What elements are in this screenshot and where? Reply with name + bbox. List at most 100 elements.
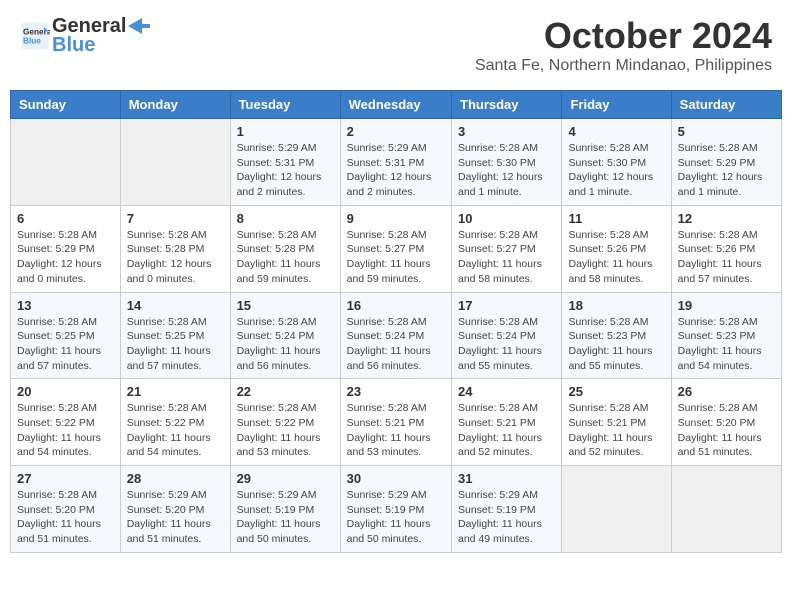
day-info: Sunrise: 5:28 AM Sunset: 5:23 PM Dayligh… (678, 315, 775, 374)
day-info: Sunrise: 5:28 AM Sunset: 5:25 PM Dayligh… (127, 315, 224, 374)
calendar-cell: 20 Sunrise: 5:28 AM Sunset: 5:22 PM Dayli… (11, 379, 121, 466)
day-info: Sunrise: 5:28 AM Sunset: 5:25 PM Dayligh… (17, 315, 114, 374)
day-number: 27 (17, 471, 114, 486)
calendar-table: SundayMondayTuesdayWednesdayThursdayFrid… (10, 90, 782, 553)
calendar-cell: 3Sunrise: 5:28 AM Sunset: 5:30 PM Daylig… (452, 119, 562, 206)
calendar-week-row: 6 Sunrise: 5:28 AM Sunset: 5:29 PM Daylig… (11, 205, 782, 292)
day-number: 24 (458, 384, 555, 399)
calendar-week-row: 20 Sunrise: 5:28 AM Sunset: 5:22 PM Dayli… (11, 379, 782, 466)
column-header-sunday: Sunday (11, 91, 121, 119)
day-number: 3 (458, 124, 555, 139)
day-number: 9 (347, 211, 445, 226)
calendar-cell (671, 466, 781, 553)
day-number: 25 (568, 384, 664, 399)
calendar-cell: 14 Sunrise: 5:28 AM Sunset: 5:25 PM Dayli… (120, 292, 230, 379)
calendar-cell (562, 466, 671, 553)
day-info: Sunrise: 5:28 AM Sunset: 5:22 PM Dayligh… (237, 401, 334, 460)
day-info: Sunrise: 5:28 AM Sunset: 5:27 PM Dayligh… (347, 228, 445, 287)
column-header-monday: Monday (120, 91, 230, 119)
day-info: Sunrise: 5:28 AM Sunset: 5:29 PM Dayligh… (678, 141, 775, 200)
calendar-cell: 5 Sunrise: 5:28 AM Sunset: 5:29 PM Daylig… (671, 119, 781, 206)
logo: General Blue General Blue (20, 15, 150, 57)
day-info: Sunrise: 5:28 AM Sunset: 5:26 PM Dayligh… (568, 228, 664, 287)
day-number: 6 (17, 211, 114, 226)
calendar-cell: 16 Sunrise: 5:28 AM Sunset: 5:24 PM Dayli… (340, 292, 451, 379)
day-info: Sunrise: 5:28 AM Sunset: 5:24 PM Dayligh… (237, 315, 334, 374)
page-header: General Blue General Blue October 2024 S… (10, 10, 782, 80)
calendar-cell: 8 Sunrise: 5:28 AM Sunset: 5:28 PM Daylig… (230, 205, 340, 292)
month-title: October 2024 (475, 15, 772, 57)
day-number: 5 (678, 124, 775, 139)
day-number: 7 (127, 211, 224, 226)
day-number: 17 (458, 298, 555, 313)
calendar-cell: 17 Sunrise: 5:28 AM Sunset: 5:24 PM Dayli… (452, 292, 562, 379)
day-number: 19 (678, 298, 775, 313)
day-info: Sunrise: 5:28 AM Sunset: 5:23 PM Dayligh… (568, 315, 664, 374)
calendar-cell: 9 Sunrise: 5:28 AM Sunset: 5:27 PM Daylig… (340, 205, 451, 292)
calendar-cell: 21Sunrise: 5:28 AM Sunset: 5:22 PM Dayli… (120, 379, 230, 466)
calendar-cell: 7 Sunrise: 5:28 AM Sunset: 5:28 PM Daylig… (120, 205, 230, 292)
svg-text:General: General (23, 28, 50, 37)
calendar-cell: 12Sunrise: 5:28 AM Sunset: 5:26 PM Dayli… (671, 205, 781, 292)
day-info: Sunrise: 5:29 AM Sunset: 5:19 PM Dayligh… (237, 488, 334, 547)
calendar-cell: 13 Sunrise: 5:28 AM Sunset: 5:25 PM Dayli… (11, 292, 121, 379)
day-info: Sunrise: 5:28 AM Sunset: 5:22 PM Dayligh… (127, 401, 224, 460)
calendar-cell: 27 Sunrise: 5:28 AM Sunset: 5:20 PM Dayli… (11, 466, 121, 553)
calendar-cell: 25 Sunrise: 5:28 AM Sunset: 5:21 PM Dayli… (562, 379, 671, 466)
day-info: Sunrise: 5:29 AM Sunset: 5:31 PM Dayligh… (347, 141, 445, 200)
day-info: Sunrise: 5:28 AM Sunset: 5:28 PM Dayligh… (127, 228, 224, 287)
day-number: 14 (127, 298, 224, 313)
calendar-cell: 2Sunrise: 5:29 AM Sunset: 5:31 PM Daylig… (340, 119, 451, 206)
day-number: 12 (678, 211, 775, 226)
calendar-cell: 6 Sunrise: 5:28 AM Sunset: 5:29 PM Daylig… (11, 205, 121, 292)
calendar-week-row: 1Sunrise: 5:29 AM Sunset: 5:31 PM Daylig… (11, 119, 782, 206)
calendar-cell: 29Sunrise: 5:29 AM Sunset: 5:19 PM Dayli… (230, 466, 340, 553)
calendar-cell: 24 Sunrise: 5:28 AM Sunset: 5:21 PM Dayli… (452, 379, 562, 466)
day-number: 4 (568, 124, 664, 139)
calendar-cell: 11Sunrise: 5:28 AM Sunset: 5:26 PM Dayli… (562, 205, 671, 292)
day-info: Sunrise: 5:28 AM Sunset: 5:22 PM Dayligh… (17, 401, 114, 460)
day-number: 20 (17, 384, 114, 399)
day-info: Sunrise: 5:29 AM Sunset: 5:31 PM Dayligh… (237, 141, 334, 200)
day-info: Sunrise: 5:28 AM Sunset: 5:30 PM Dayligh… (568, 141, 664, 200)
day-number: 8 (237, 211, 334, 226)
day-number: 26 (678, 384, 775, 399)
day-info: Sunrise: 5:29 AM Sunset: 5:19 PM Dayligh… (347, 488, 445, 547)
calendar-header-row: SundayMondayTuesdayWednesdayThursdayFrid… (11, 91, 782, 119)
calendar-cell (120, 119, 230, 206)
day-number: 13 (17, 298, 114, 313)
day-number: 31 (458, 471, 555, 486)
logo-icon: General Blue (20, 21, 50, 51)
column-header-thursday: Thursday (452, 91, 562, 119)
day-number: 30 (347, 471, 445, 486)
day-info: Sunrise: 5:28 AM Sunset: 5:24 PM Dayligh… (347, 315, 445, 374)
calendar-cell: 23 Sunrise: 5:28 AM Sunset: 5:21 PM Dayli… (340, 379, 451, 466)
day-number: 10 (458, 211, 555, 226)
day-info: Sunrise: 5:28 AM Sunset: 5:20 PM Dayligh… (678, 401, 775, 460)
calendar-cell: 10 Sunrise: 5:28 AM Sunset: 5:27 PM Dayli… (452, 205, 562, 292)
title-block: October 2024 Santa Fe, Northern Mindanao… (475, 15, 772, 75)
day-info: Sunrise: 5:28 AM Sunset: 5:28 PM Dayligh… (237, 228, 334, 287)
column-header-tuesday: Tuesday (230, 91, 340, 119)
day-number: 23 (347, 384, 445, 399)
day-info: Sunrise: 5:28 AM Sunset: 5:29 PM Dayligh… (17, 228, 114, 287)
calendar-cell: 4 Sunrise: 5:28 AM Sunset: 5:30 PM Daylig… (562, 119, 671, 206)
day-info: Sunrise: 5:28 AM Sunset: 5:21 PM Dayligh… (568, 401, 664, 460)
day-number: 16 (347, 298, 445, 313)
logo-arrow (128, 18, 150, 34)
day-info: Sunrise: 5:28 AM Sunset: 5:24 PM Dayligh… (458, 315, 555, 374)
day-info: Sunrise: 5:28 AM Sunset: 5:27 PM Dayligh… (458, 228, 555, 287)
day-info: Sunrise: 5:29 AM Sunset: 5:19 PM Dayligh… (458, 488, 555, 547)
calendar-cell: 1Sunrise: 5:29 AM Sunset: 5:31 PM Daylig… (230, 119, 340, 206)
column-header-friday: Friday (562, 91, 671, 119)
location-title: Santa Fe, Northern Mindanao, Philippines (475, 57, 772, 75)
day-info: Sunrise: 5:28 AM Sunset: 5:20 PM Dayligh… (17, 488, 114, 547)
calendar-cell: 19 Sunrise: 5:28 AM Sunset: 5:23 PM Dayli… (671, 292, 781, 379)
day-info: Sunrise: 5:28 AM Sunset: 5:21 PM Dayligh… (347, 401, 445, 460)
day-info: Sunrise: 5:28 AM Sunset: 5:21 PM Dayligh… (458, 401, 555, 460)
day-info: Sunrise: 5:29 AM Sunset: 5:20 PM Dayligh… (127, 488, 224, 547)
svg-text:Blue: Blue (23, 37, 41, 46)
calendar-cell: 28Sunrise: 5:29 AM Sunset: 5:20 PM Dayli… (120, 466, 230, 553)
column-header-saturday: Saturday (671, 91, 781, 119)
calendar-cell: 22Sunrise: 5:28 AM Sunset: 5:22 PM Dayli… (230, 379, 340, 466)
